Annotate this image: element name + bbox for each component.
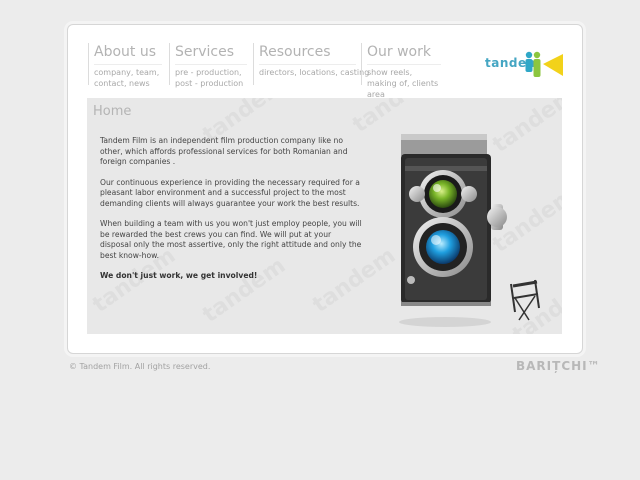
- tandem-logo[interactable]: tandem: [485, 50, 565, 80]
- nav-title-about-us: About us: [94, 44, 157, 60]
- designer-brand[interactable]: BARIȚCHI™: [516, 359, 601, 373]
- directors-chair-icon: [510, 279, 540, 321]
- nav-item-resources[interactable]: Resources directors, locations, casting: [253, 43, 369, 85]
- intro-paragraph: When building a team with us you won't j…: [100, 219, 362, 260]
- nav-title-our-work: Our work: [367, 44, 431, 60]
- content-panel: tandem tandem tandem tandem tandem tande…: [87, 98, 562, 334]
- nav-subtitle-services: pre - production, post - production: [175, 64, 247, 89]
- tagline: We don't just work, we get involved!: [100, 271, 258, 280]
- intro-text: Tandem Film is an independent film produ…: [100, 136, 362, 292]
- nav-subtitle-resources: directors, locations, casting: [259, 64, 369, 78]
- copyright-text: © Tandem Film. All rights reserved.: [69, 362, 211, 371]
- nav-title-resources: Resources: [259, 44, 331, 60]
- intro-paragraph: Our continuous experience in providing t…: [100, 177, 360, 208]
- nav-item-services[interactable]: Services pre - production, post - produc…: [169, 43, 253, 88]
- page-title: Home: [93, 104, 132, 119]
- nav-item-about-us[interactable]: About us company, team, contact, news: [88, 43, 166, 88]
- intro-paragraph: Tandem Film is an independent film produ…: [100, 136, 348, 166]
- nav-subtitle-about-us: company, team, contact, news: [94, 64, 162, 89]
- nav-title-services: Services: [175, 44, 235, 60]
- camera-people-icon: [525, 51, 563, 77]
- nav-item-our-work[interactable]: Our work show reels, making of, clients …: [361, 43, 445, 99]
- nav-subtitle-our-work: show reels, making of, clients area: [367, 64, 441, 100]
